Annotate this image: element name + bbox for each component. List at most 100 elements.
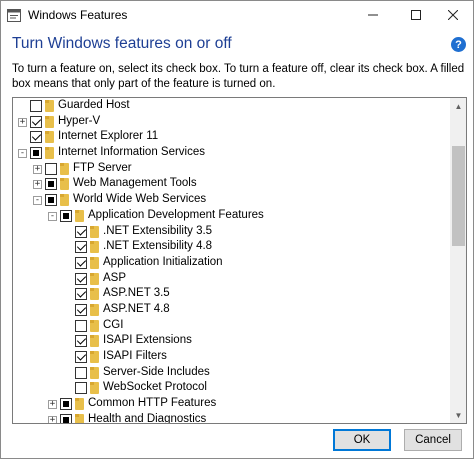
feature-label[interactable]: .NET Extensibility 3.5 (103, 225, 212, 237)
minimize-button[interactable] (351, 1, 395, 29)
folder-icon (90, 272, 99, 285)
folder-icon (45, 115, 54, 128)
feature-label[interactable]: Internet Information Services (58, 146, 205, 158)
feature-checkbox[interactable] (60, 413, 72, 423)
feature-label[interactable]: FTP Server (73, 162, 132, 174)
features-list: Guarded Host + Hyper-V Internet Explorer 11… (13, 98, 450, 423)
tree-row[interactable]: Server-Side Includes (13, 365, 450, 381)
cancel-button[interactable]: Cancel (404, 429, 462, 451)
feature-checkbox[interactable] (75, 241, 87, 254)
expand-icon[interactable]: + (48, 400, 57, 410)
folder-icon (75, 413, 84, 423)
tree-row[interactable]: + Hyper-V (13, 114, 450, 130)
folder-icon (90, 225, 99, 238)
folder-icon (45, 100, 54, 112)
feature-label[interactable]: Server-Side Includes (103, 366, 210, 378)
feature-checkbox[interactable] (60, 209, 72, 222)
feature-label[interactable]: Guarded Host (58, 99, 130, 111)
scrollbar-thumb[interactable] (452, 146, 465, 246)
feature-label[interactable]: Internet Explorer 11 (58, 130, 158, 142)
tree-row[interactable]: Application Initialization (13, 255, 450, 271)
minimize-icon (368, 14, 378, 16)
feature-label[interactable]: Web Management Tools (73, 177, 197, 189)
folder-icon (90, 319, 99, 332)
tree-row[interactable]: - Application Development Features (13, 208, 450, 224)
feature-checkbox[interactable] (75, 272, 87, 285)
tree-row[interactable]: - Internet Information Services (13, 145, 450, 161)
tree-row[interactable]: CGI (13, 318, 450, 334)
vertical-scrollbar[interactable]: ▲ ▼ (450, 98, 466, 423)
feature-label[interactable]: WebSocket Protocol (103, 381, 207, 393)
feature-label[interactable]: ASP.NET 4.8 (103, 303, 170, 315)
feature-label[interactable]: Application Development Features (88, 209, 264, 221)
feature-checkbox[interactable] (75, 225, 87, 238)
windows-features-dialog: Windows Features Turn Windows features o… (0, 0, 474, 459)
tree-row[interactable]: ASP (13, 271, 450, 287)
help-icon[interactable]: ? (451, 37, 466, 52)
feature-label[interactable]: CGI (103, 319, 123, 331)
tree-row[interactable]: Internet Explorer 11 (13, 129, 450, 145)
collapse-icon[interactable]: - (33, 196, 42, 206)
close-button[interactable] (431, 1, 473, 29)
feature-label[interactable]: Application Initialization (103, 256, 223, 268)
feature-label[interactable]: Common HTTP Features (88, 397, 216, 409)
feature-label[interactable]: ASP (103, 272, 126, 284)
tree-row[interactable]: .NET Extensibility 4.8 (13, 239, 450, 255)
collapse-icon[interactable]: - (18, 149, 27, 159)
tree-row[interactable]: + Common HTTP Features (13, 396, 450, 412)
feature-label[interactable]: World Wide Web Services (73, 193, 206, 205)
feature-checkbox[interactable] (75, 256, 87, 269)
feature-checkbox[interactable] (30, 131, 42, 144)
collapse-icon[interactable]: - (48, 211, 57, 221)
features-tree[interactable]: Guarded Host + Hyper-V Internet Explorer 11… (12, 97, 467, 424)
feature-checkbox[interactable] (60, 398, 72, 411)
folder-icon (60, 178, 69, 191)
scroll-up-icon[interactable]: ▲ (450, 98, 466, 114)
feature-checkbox[interactable] (30, 115, 42, 128)
ok-button[interactable]: OK (333, 429, 391, 451)
folder-icon (45, 147, 54, 160)
tree-row[interactable]: + Web Management Tools (13, 176, 450, 192)
feature-label[interactable]: Health and Diagnostics (88, 413, 206, 423)
title-bar[interactable]: Windows Features (1, 1, 473, 29)
feature-checkbox[interactable] (75, 303, 87, 316)
tree-row[interactable]: + Health and Diagnostics (13, 412, 450, 423)
feature-checkbox[interactable] (30, 147, 42, 160)
tree-row[interactable]: + FTP Server (13, 161, 450, 177)
tree-row[interactable]: WebSocket Protocol (13, 380, 450, 396)
expand-icon[interactable]: + (48, 415, 57, 423)
feature-checkbox[interactable] (75, 288, 87, 301)
feature-checkbox[interactable] (75, 351, 87, 363)
feature-checkbox[interactable] (30, 100, 42, 112)
expand-icon[interactable]: + (33, 180, 42, 190)
tree-row[interactable]: - World Wide Web Services (13, 192, 450, 208)
dialog-heading: Turn Windows features on or off (12, 35, 232, 52)
tree-row[interactable]: ISAPI Extensions (13, 333, 450, 349)
feature-label[interactable]: .NET Extensibility 4.8 (103, 240, 212, 252)
expand-icon[interactable]: + (18, 117, 27, 127)
folder-icon (90, 382, 99, 395)
folder-icon (60, 162, 69, 175)
feature-label[interactable]: ISAPI Extensions (103, 334, 192, 346)
folder-icon (45, 131, 54, 144)
tree-row[interactable]: ASP.NET 3.5 (13, 286, 450, 302)
feature-checkbox[interactable] (75, 319, 87, 332)
scroll-down-icon[interactable]: ▼ (450, 407, 466, 423)
feature-label[interactable]: ASP.NET 3.5 (103, 287, 170, 299)
folder-icon (90, 351, 99, 363)
feature-checkbox[interactable] (75, 382, 87, 395)
tree-row[interactable]: ISAPI Filters (13, 349, 450, 365)
tree-row[interactable]: ASP.NET 4.8 (13, 302, 450, 318)
feature-checkbox[interactable] (45, 162, 57, 175)
feature-checkbox[interactable] (75, 366, 87, 379)
feature-checkbox[interactable] (75, 335, 87, 348)
feature-checkbox[interactable] (45, 178, 57, 191)
feature-checkbox[interactable] (45, 194, 57, 207)
expand-icon[interactable]: + (33, 164, 42, 174)
tree-row[interactable]: .NET Extensibility 3.5 (13, 224, 450, 240)
instructions-text: To turn a feature on, select its check b… (12, 63, 465, 90)
close-icon (448, 10, 458, 20)
tree-row[interactable]: Guarded Host (13, 98, 450, 114)
feature-label[interactable]: ISAPI Filters (103, 350, 167, 362)
feature-label[interactable]: Hyper-V (58, 115, 100, 127)
